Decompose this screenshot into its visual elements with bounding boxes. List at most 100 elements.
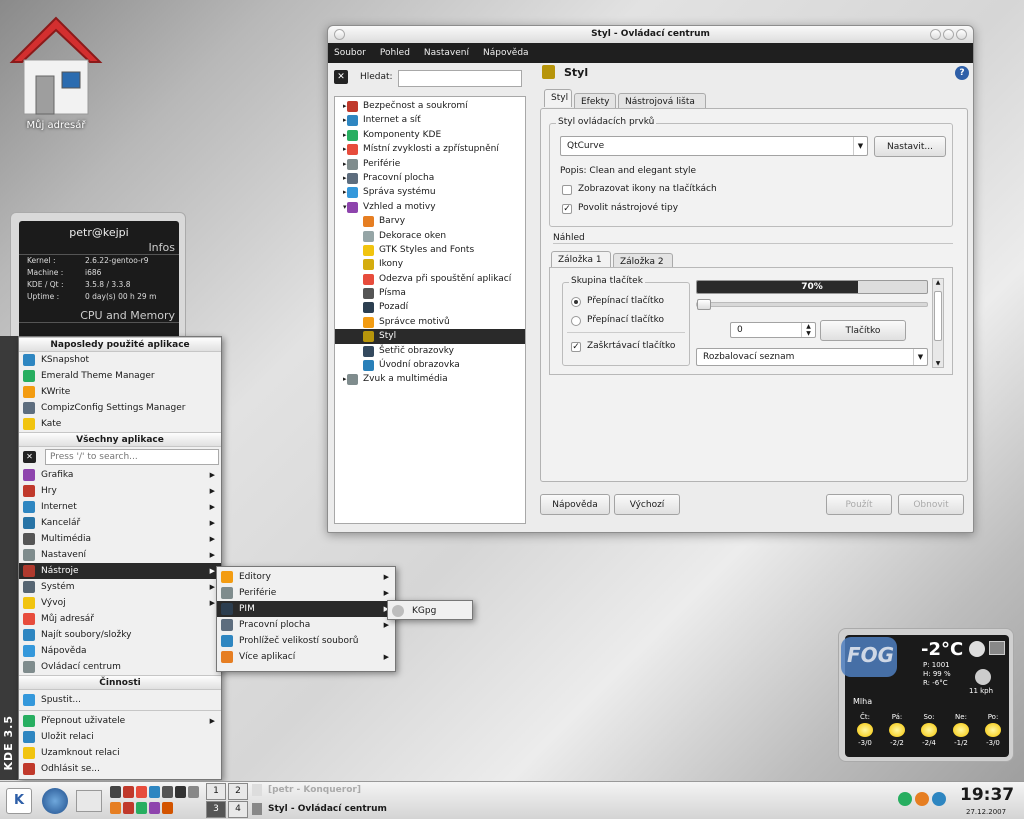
default-button[interactable]: Výchozí [614,494,680,515]
tree-item[interactable]: Barvy [335,214,525,228]
menu-item[interactable]: Můj adresář [19,611,221,627]
tree-item[interactable]: Dekorace oken [335,229,525,243]
tree-item[interactable]: ▸ Zvuk a multimédia [335,372,525,386]
tree-item[interactable]: ▸ Komponenty KDE [335,128,525,142]
preview-scrollbar[interactable]: ▲ ▼ [932,278,944,368]
menu-1[interactable]: Pohled [380,43,410,63]
quicklaunch-icon[interactable] [149,802,160,814]
preview-dropdown[interactable]: Rozbalovací seznam ▼ [696,348,928,366]
menu-item[interactable]: Přepnout uživatele ▶ [19,713,221,729]
quicklaunch-icon[interactable] [123,802,134,814]
quicklaunch-icon[interactable] [188,786,199,798]
menu-item[interactable]: CompizConfig Settings Manager [19,400,221,416]
kmenu-search-input[interactable] [45,449,219,465]
menu-item[interactable]: Systém ▶ [19,579,221,595]
menu-item[interactable]: Emerald Theme Manager [19,368,221,384]
tab-2[interactable]: Nástrojová lišta [618,93,706,109]
menu-item[interactable]: Internet ▶ [19,499,221,515]
menu-item[interactable]: KSnapshot [19,352,221,368]
tree-expand-icon[interactable]: ▸ [343,99,347,113]
menu-item[interactable]: PIM▶ [217,601,395,617]
tree-expand-icon[interactable]: ▸ [343,171,347,185]
users-icon[interactable] [898,792,912,806]
desktop-2[interactable]: 2 [228,783,248,800]
tree-item[interactable]: Odezva při spouštění aplikací [335,272,525,286]
tree-item[interactable]: GTK Styles and Fonts [335,243,525,257]
menu-item[interactable]: Editory ▶ [217,569,395,585]
menu-0[interactable]: Soubor [334,43,366,63]
menu-item-kgpg[interactable]: KGpg [388,603,472,619]
menu-item[interactable]: Odhlásit se... [19,761,221,777]
menu-item[interactable]: Více aplikací ▶ [217,649,395,665]
tree-item[interactable]: Šetřič obrazovky [335,344,525,358]
tree-item[interactable]: ▸ Správa systému [335,185,525,199]
weather-station-icon[interactable] [989,641,1005,655]
quicklaunch-icon[interactable] [136,802,147,814]
menu-item[interactable]: Multimédia ▶ [19,531,221,547]
menu-item[interactable]: Grafika ▶ [19,467,221,483]
close-icon[interactable] [956,29,967,40]
menu-item-run[interactable]: Spustit... [19,692,221,708]
preview-checkbox[interactable]: ✓ [571,342,581,352]
spinbox[interactable]: 0 ▲ ▼ [730,322,816,338]
tree-item[interactable]: Pozadí [335,300,525,314]
firefox-icon[interactable] [915,792,929,806]
tree-expand-icon[interactable]: ▸ [343,372,347,386]
radio-button-1[interactable] [571,297,581,307]
tree-item[interactable]: ▸ Bezpečnost a soukromí [335,99,525,113]
quicklaunch-icon[interactable] [123,786,134,798]
quicklaunch-icon[interactable] [110,802,121,814]
tree-item[interactable]: ▸ Místní zvyklosti a zpřístupnění [335,142,525,156]
kmenu-button-icon[interactable]: K [6,788,32,814]
home-folder-icon[interactable]: Můj adresář [8,14,104,134]
menu-item[interactable]: Periférie ▶ [217,585,395,601]
quicklaunch-icon[interactable] [110,786,121,798]
scroll-thumb[interactable] [934,291,942,341]
task-control-center[interactable]: Styl - Ovládací centrum [268,804,387,814]
menu-item[interactable]: Ovládací centrum [19,659,221,675]
menu-item[interactable]: Nástroje ▶ [19,563,221,579]
tree-item[interactable]: ▸ Internet a síť [335,113,525,127]
tree-expand-icon[interactable]: ▸ [343,142,347,156]
menu-item[interactable]: Kate [19,416,221,432]
menu-item[interactable]: Uložit relaci [19,729,221,745]
tree-expand-icon[interactable]: ▾ [343,200,347,214]
menu-item[interactable]: Uzamknout relaci [19,745,221,761]
preview-button[interactable]: Tlačítko [820,320,906,341]
clear-search-icon[interactable]: ✕ [334,70,348,84]
spin-arrows-icon[interactable]: ▲ ▼ [801,323,815,337]
tree-expand-icon[interactable]: ▸ [343,185,347,199]
configure-button[interactable]: Nastavit... [874,136,946,157]
tree-item[interactable]: ▾ Vzhled a motivy [335,200,525,214]
radio-button-2[interactable] [571,316,581,326]
tree-item[interactable]: Ikony [335,257,525,271]
reset-button[interactable]: Obnovit [898,494,964,515]
tree-item[interactable]: Styl [335,329,525,344]
desktop-4[interactable]: 4 [228,801,248,818]
clock-time[interactable]: 19:37 [960,785,1014,805]
quicklaunch-icon[interactable] [162,786,173,798]
minimize-icon[interactable] [930,29,941,40]
tab-1[interactable]: Efekty [574,93,616,109]
menu-item[interactable]: Hry ▶ [19,483,221,499]
search-input[interactable] [398,70,522,87]
tab-0[interactable]: Styl [544,89,572,107]
tooltips-checkbox[interactable]: ✓ [562,204,572,214]
help-button[interactable]: Nápověda [540,494,610,515]
quicklaunch-icon[interactable] [162,802,173,814]
quicklaunch-icon[interactable] [175,786,186,798]
task-konqueror[interactable]: [petr - Konqueror] [268,785,361,795]
menu-item[interactable]: Vývoj ▶ [19,595,221,611]
desktop-3[interactable]: 3 [206,801,226,818]
scroll-up-icon[interactable]: ▲ [933,279,943,286]
slider-track[interactable] [696,299,928,310]
tree-item[interactable]: Úvodní obrazovka [335,358,525,372]
slider-handle[interactable] [697,299,711,310]
quicklaunch-icon[interactable] [149,786,160,798]
tree-expand-icon[interactable]: ▸ [343,157,347,171]
menu-item[interactable]: Prohlížeč velikostí souborů [217,633,395,649]
network-icon[interactable] [932,792,946,806]
menu-2[interactable]: Nastavení [424,43,469,63]
show-icons-checkbox[interactable] [562,185,572,195]
style-select[interactable]: QtCurve ▼ [560,136,868,156]
